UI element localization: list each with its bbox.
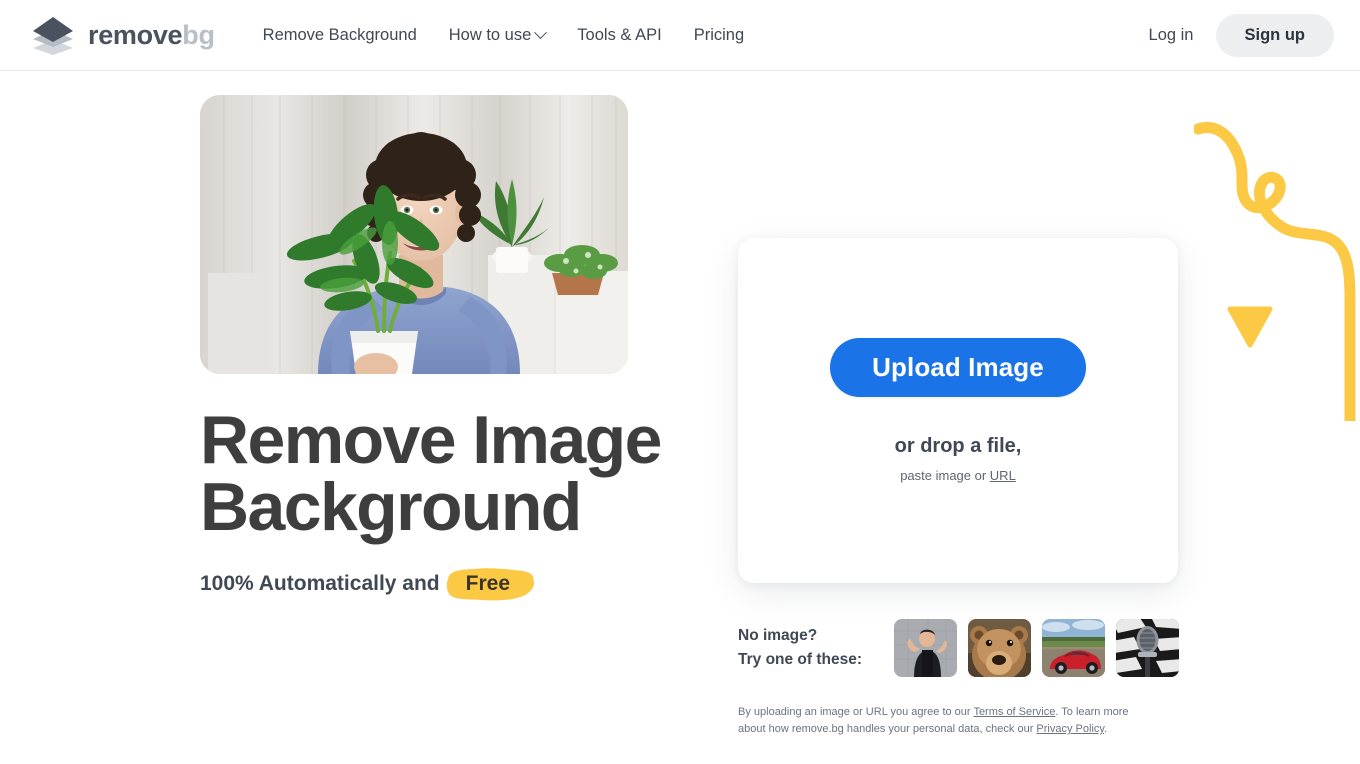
yellow-triangle [1227,306,1273,348]
sample-images-section: No image? Try one of these: [738,619,1179,677]
nav-label: Tools & API [577,25,662,44]
hero-subtitle-text: 100% Automatically and [200,572,440,596]
brand-logo[interactable]: removebg [30,15,215,55]
hero-left-column: Remove Image Background 100% Automatical… [200,95,700,600]
nav-label: Pricing [693,25,745,44]
upload-dropzone-card[interactable]: Upload Image or drop a file, paste image… [738,238,1178,583]
paste-url-link[interactable]: URL [990,468,1016,483]
sample-label-line2: Try one of these: [738,651,863,668]
sample-woman-flexing[interactable] [894,619,957,677]
privacy-policy-link[interactable]: Privacy Policy [1036,723,1104,735]
sample-red-car[interactable] [1042,619,1105,677]
hero-subtitle: 100% Automatically and Free [200,567,700,600]
signup-button[interactable]: Sign up [1215,13,1334,57]
nav-item-pricing[interactable]: Pricing [678,0,760,71]
page-title: Remove Image Background [200,402,662,546]
header-actions: Log in Sign up [1133,13,1334,57]
nav-label: Remove Background [262,25,417,44]
nav-item-tools-and-api[interactable]: Tools & API [561,0,677,71]
paste-hint-text: paste image or [900,468,990,483]
upload-image-button[interactable]: Upload Image [830,338,1086,397]
login-link[interactable]: Log in [1133,18,1210,53]
legal-text-part1: By uploading an image or URL you agree t… [738,706,974,718]
paste-hint: paste image or URL [900,468,1016,483]
nav-item-remove-background[interactable]: Remove Background [247,0,433,71]
layers-diamond-icon [30,15,76,55]
yellow-squiggle-line [1192,122,1356,427]
drop-file-label: or drop a file, [894,435,1022,457]
free-label: Free [465,571,510,595]
sample-bear[interactable] [968,619,1031,677]
sample-images-label: No image? Try one of these: [738,624,894,672]
decorative-graphics [1192,121,1360,427]
legal-text-part3: . [1104,723,1108,736]
main-nav: Remove Background How to use Tools & API… [247,0,760,71]
brand-name-secondary: bg [182,19,215,50]
nav-item-how-to-use[interactable]: How to use [433,0,562,71]
sample-label-line1: No image? [738,626,818,644]
free-highlight-badge: Free [446,567,534,600]
sample-thumbnails [894,619,1179,677]
legal-disclaimer: By uploading an image or URL you agree t… [738,704,1153,738]
upload-section: Upload Image or drop a file, paste image… [738,238,1179,738]
terms-of-service-link[interactable]: Terms of Service [973,706,1055,718]
sample-microphone[interactable] [1116,619,1179,677]
hero-photo [200,95,628,374]
brand-wordmark: removebg [88,19,215,50]
site-header: removebg Remove Background How to use To… [0,0,1360,71]
page-body: Remove Image Background 100% Automatical… [0,71,1360,764]
nav-label: How to use [448,25,532,44]
chevron-down-icon [534,25,548,39]
brand-name-primary: remove [88,19,183,50]
